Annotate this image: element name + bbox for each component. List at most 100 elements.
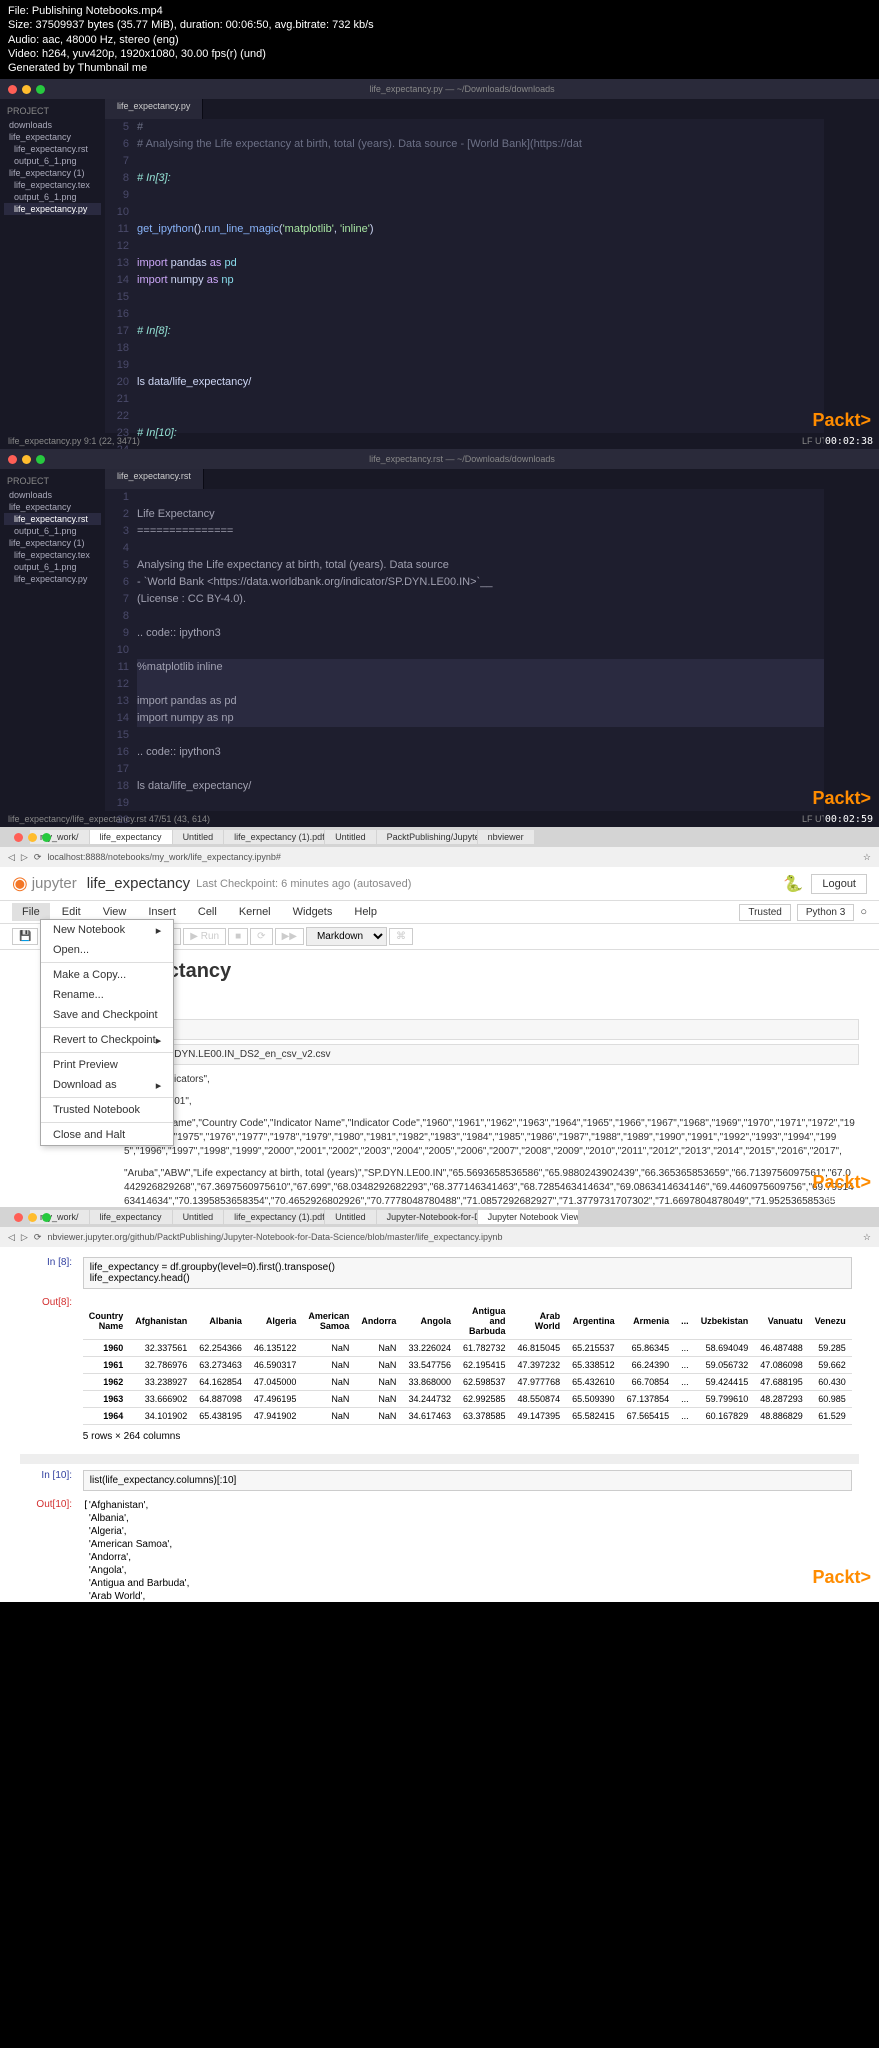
minimize-icon[interactable] (22, 455, 31, 464)
menu-close-halt[interactable]: Close and Halt (41, 1125, 173, 1145)
notebook-name[interactable]: life_expectancy (87, 875, 190, 892)
in-prompt: In [10]: (20, 1470, 80, 1481)
star-icon[interactable]: ☆ (863, 852, 871, 863)
menu-widgets[interactable]: Widgets (283, 903, 343, 921)
tree-file[interactable]: life_expectancy.tex (4, 549, 101, 561)
restart-button[interactable]: ⟳ (250, 928, 272, 945)
minimize-icon[interactable] (28, 833, 37, 842)
browser-tab[interactable]: Untitled (325, 1210, 376, 1224)
tree-file[interactable]: output_6_1.png (4, 155, 101, 167)
nav-back-icon[interactable]: ◁ (8, 1232, 15, 1243)
menu-revert[interactable]: Revert to Checkpoint (41, 1030, 173, 1050)
tree-folder[interactable]: downloads (4, 119, 101, 131)
notebook-heading: Expectancy (120, 960, 859, 983)
menu-kernel[interactable]: Kernel (229, 903, 281, 921)
maximize-icon[interactable] (42, 1213, 51, 1222)
table-cell: 47.941902 (248, 1408, 303, 1425)
browser-tab-active[interactable]: life_expectancy (90, 830, 172, 844)
tree-folder[interactable]: life_expectancy (4, 501, 101, 513)
browser-tab[interactable]: Untitled (173, 830, 224, 844)
tree-file[interactable]: output_6_1.png (4, 525, 101, 537)
table-cell: 34.617463 (402, 1408, 457, 1425)
tree-file[interactable]: life_expectancy.rst (4, 143, 101, 155)
minimize-icon[interactable] (28, 1213, 37, 1222)
browser-tab[interactable]: Untitled (325, 830, 376, 844)
cell-type-select[interactable]: Markdown (306, 927, 387, 946)
close-icon[interactable] (14, 833, 23, 842)
browser-tab[interactable]: nbviewer (478, 830, 534, 844)
file-explorer-sidebar[interactable]: Project downloads life_expectancy life_e… (0, 99, 105, 433)
table-cell: NaN (302, 1340, 355, 1357)
menu-cell[interactable]: Cell (188, 903, 227, 921)
menu-rename[interactable]: Rename... (41, 985, 173, 1005)
table-header-cell: Arab World (512, 1303, 567, 1340)
menu-download-as[interactable]: Download as (41, 1075, 173, 1095)
trusted-indicator[interactable]: Trusted (739, 904, 791, 921)
tree-file[interactable]: life_expectancy.tex (4, 179, 101, 191)
file-explorer-sidebar[interactable]: Project downloads life_expectancy life_e… (0, 469, 105, 811)
browser-tab[interactable]: life_expectancy (90, 1210, 172, 1224)
browser-tab[interactable]: Untitled (173, 1210, 224, 1224)
close-icon[interactable] (8, 455, 17, 464)
tree-file[interactable]: output_6_1.png (4, 191, 101, 203)
maximize-icon[interactable] (36, 455, 45, 464)
menu-print-preview[interactable]: Print Preview (41, 1055, 173, 1075)
tree-folder[interactable]: life_expectancy (4, 131, 101, 143)
browser-tab[interactable]: Jupyter-Notebook-for-Dat (377, 1210, 477, 1224)
table-header-cell: Uzbekistan (695, 1303, 755, 1340)
run-all-button[interactable]: ▶▶ (275, 928, 304, 945)
table-cell: 32.786976 (129, 1357, 193, 1374)
run-button[interactable]: ▶ Run (183, 928, 226, 945)
table-cell: NaN (302, 1374, 355, 1391)
editor-panel-1: life_expectancy.py — ~/Downloads/downloa… (0, 79, 879, 449)
browser-tab[interactable]: life_expectancy (1).pdf (224, 1210, 324, 1224)
tree-folder[interactable]: downloads (4, 489, 101, 501)
table-row: 196233.23892764.16285447.045000NaNNaN33.… (83, 1374, 852, 1391)
file-info-line: Video: h264, yuv420p, 1920x1080, 30.00 f… (8, 47, 871, 61)
url-text[interactable]: localhost:8888/notebooks/my_work/life_ex… (47, 852, 857, 862)
nav-fwd-icon[interactable]: ▷ (21, 852, 28, 863)
maximize-icon[interactable] (42, 833, 51, 842)
tree-folder[interactable]: life_expectancy (1) (4, 537, 101, 549)
tree-folder[interactable]: life_expectancy (1) (4, 167, 101, 179)
jupyter-logo[interactable]: ◉ jupyter (12, 873, 77, 894)
maximize-icon[interactable] (36, 85, 45, 94)
menu-make-copy[interactable]: Make a Copy... (41, 965, 173, 985)
reload-icon[interactable]: ⟳ (34, 852, 42, 863)
table-cell: 65.432610 (566, 1374, 621, 1391)
nav-back-icon[interactable]: ◁ (8, 852, 15, 863)
tree-file[interactable]: output_6_1.png (4, 561, 101, 573)
editor-tab[interactable]: life_expectancy.py (105, 99, 203, 119)
menu-help[interactable]: Help (344, 903, 387, 921)
menu-save-checkpoint[interactable]: Save and Checkpoint (41, 1005, 173, 1025)
stop-button[interactable]: ■ (228, 928, 248, 945)
tree-file-active[interactable]: life_expectancy.rst (4, 513, 101, 525)
close-icon[interactable] (14, 1213, 23, 1222)
table-header-cell: American Samoa (302, 1303, 355, 1340)
browser-tab[interactable]: life_expectancy (1).pdf (224, 830, 324, 844)
menu-open[interactable]: Open... (41, 940, 173, 960)
menu-trusted-notebook[interactable]: Trusted Notebook (41, 1100, 173, 1120)
command-palette-button[interactable]: ⌘ (389, 928, 413, 945)
editor-tab[interactable]: life_expectancy.rst (105, 469, 204, 489)
editor-area: life_expectancy.rst 12345678910111213141… (105, 469, 879, 811)
close-icon[interactable] (8, 85, 17, 94)
table-cell: ... (675, 1391, 695, 1408)
nav-fwd-icon[interactable]: ▷ (21, 1232, 28, 1243)
kernel-indicator[interactable]: Python 3 (797, 904, 854, 921)
minimize-icon[interactable] (22, 85, 31, 94)
save-button[interactable]: 💾 (12, 928, 38, 945)
url-text[interactable]: nbviewer.jupyter.org/github/PacktPublish… (47, 1232, 857, 1242)
code-cell[interactable]: cy/API_SP.DYN.LE00.IN_DS2_en_csv_v2.csv (120, 1044, 859, 1065)
star-icon[interactable]: ☆ (863, 1232, 871, 1243)
browser-tab-active[interactable]: Jupyter Notebook Viewer (478, 1210, 578, 1224)
tree-file-active[interactable]: life_expectancy.py (4, 203, 101, 215)
logout-button[interactable]: Logout (811, 874, 867, 894)
tree-file[interactable]: life_expectancy.py (4, 573, 101, 585)
scrollbar[interactable] (20, 1454, 859, 1464)
browser-tab[interactable]: PacktPublishing/Jupyter-No (377, 830, 477, 844)
menu-new-notebook[interactable]: New Notebook (41, 920, 173, 940)
code-cell[interactable]: tlib inline (120, 1019, 859, 1040)
table-cell: 64.162854 (193, 1374, 248, 1391)
reload-icon[interactable]: ⟳ (34, 1232, 42, 1243)
